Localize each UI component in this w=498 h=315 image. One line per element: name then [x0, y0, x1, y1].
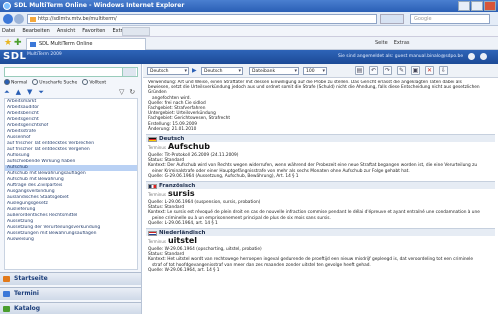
forward-arrow-icon[interactable]: ↷: [383, 66, 392, 75]
browser-toolbar-icons[interactable]: [122, 27, 150, 36]
entry-panel: Deutsch ▶ Deutsch Dateibank 100 ▤ ↶ ↷ ✎ …: [143, 64, 498, 314]
refresh-stop-buttons[interactable]: [380, 14, 404, 24]
user-info: Sie sind angemeldet als: guest manual.bi…: [338, 54, 464, 59]
maximize-button[interactable]: [471, 1, 483, 11]
term-field: Quelle: L-29.06.1964, art. 14 § 1: [148, 220, 218, 226]
term-de: Terminus Aufschub: [148, 142, 210, 152]
tab-katalog[interactable]: Katalog: [0, 302, 141, 314]
home-icon: [3, 276, 10, 282]
entry-content: Verwendung: Art und Weise, einen Straftä…: [146, 80, 495, 312]
command-extras[interactable]: Extras: [394, 39, 410, 48]
forward-button[interactable]: [14, 14, 24, 24]
terms-icon: [3, 291, 10, 297]
source-language-select[interactable]: Deutsch: [147, 67, 189, 75]
window-title: SDL MultiTerm Online - Windows Internet …: [14, 2, 185, 9]
catalog-icon: [3, 306, 10, 312]
database-select[interactable]: Dateibank: [249, 67, 299, 75]
multiterm-app: SDL MultiTerm 2009 Sie sind angemeldet a…: [0, 50, 498, 314]
export-icon[interactable]: ⇩: [439, 66, 448, 75]
save-icon[interactable]: ▣: [411, 66, 420, 75]
help-icon[interactable]: [468, 53, 475, 60]
term-search-input[interactable]: [4, 67, 138, 77]
language-header-de: Deutsch: [146, 134, 495, 143]
menu-ansicht[interactable]: Ansicht: [57, 26, 75, 37]
radio-fulltext[interactable]: Volltext: [82, 79, 106, 87]
search-button[interactable]: [122, 68, 136, 76]
menu-bar: Datei Bearbeiten Ansicht Favoriten Extra…: [0, 26, 498, 37]
delete-icon[interactable]: ✕: [425, 66, 434, 75]
url-input[interactable]: http://sdlmtv.mtv.be/multiterm/: [27, 14, 377, 24]
swap-languages-icon[interactable]: ▶: [192, 67, 197, 75]
term-field: Kontext: Het uitstel wordt van rechtsweg…: [148, 257, 474, 263]
sidebar: Normal Unscharfe Suche Volltext ⏶ ▲ ▼ ⏷ …: [0, 64, 142, 314]
term-fr: Terminus sursis: [148, 189, 195, 199]
first-page-icon[interactable]: ⏶: [4, 88, 10, 96]
term-list[interactable]: Arbeitsmarkt Arbeitsauditor Arbeitsbericht…: [4, 98, 138, 270]
term-field: Quelle: G-29.06.1964 (Aussetzung, Aufsch…: [148, 173, 299, 179]
logo-subtitle: MultiTerm 2009: [27, 52, 62, 57]
previous-icon[interactable]: ▲: [16, 88, 21, 96]
app-header: SDL MultiTerm 2009 Sie sind angemeldet a…: [0, 50, 498, 64]
search-mode-radios: Normal Unscharfe Suche Volltext: [4, 79, 106, 87]
add-favorite-icon[interactable]: ✚: [14, 39, 22, 48]
zoom-select[interactable]: 100: [303, 67, 327, 75]
term-field: Kontext: Le sursis est révoqué de plein …: [148, 210, 480, 216]
term-field: Kontext: Der Aufschub wird von Rechts we…: [148, 163, 478, 169]
last-page-icon[interactable]: ⏷: [38, 88, 44, 96]
close-button[interactable]: [484, 1, 496, 11]
language-header-nl: Niederländisch: [146, 228, 495, 237]
address-bar: http://sdlmtv.mtv.be/multiterm/ Google: [0, 12, 498, 26]
next-icon[interactable]: ▼: [27, 88, 32, 96]
menu-datei[interactable]: Datei: [2, 26, 15, 37]
list-navigation: ⏶ ▲ ▼ ⏷ ▽ ↻: [4, 88, 135, 96]
back-arrow-icon[interactable]: ↶: [369, 66, 378, 75]
filter-icon[interactable]: ▽: [119, 88, 124, 96]
command-seite[interactable]: Seite: [375, 39, 388, 48]
radio-normal[interactable]: Normal: [4, 79, 27, 87]
search-input[interactable]: Google: [410, 14, 490, 24]
tab-startseite[interactable]: Startseite: [0, 272, 141, 285]
ie-icon: [3, 2, 11, 10]
favorites-bar: ★ ✚ SDL MultiTerm Online Seite Extras: [0, 37, 498, 50]
print-icon[interactable]: ▤: [355, 66, 364, 75]
back-button[interactable]: [3, 14, 13, 24]
refresh-icon[interactable]: ↻: [129, 88, 135, 96]
term-nl: Terminus uitstel: [148, 236, 197, 246]
target-language-select[interactable]: Deutsch: [201, 67, 243, 75]
entry-toolbar: Deutsch ▶ Deutsch Dateibank 100 ▤ ↶ ↷ ✎ …: [143, 64, 498, 78]
entry-top-line: Änderung: 21.01.2010: [148, 126, 197, 132]
edit-icon[interactable]: ✎: [397, 66, 406, 75]
menu-favoriten[interactable]: Favoriten: [82, 26, 105, 37]
language-header-fr: Französisch: [146, 181, 495, 190]
entry-top-line: bewiesen, setzt die Urteilsverkündung je…: [148, 85, 480, 96]
tab-icon: [30, 42, 36, 47]
flag-de-icon: [148, 137, 157, 143]
term-list-item[interactable]: Ausweisung: [5, 237, 137, 243]
term-field: Quelle: W-29.06.1964, art. 14 § 1: [148, 267, 220, 273]
favorites-star-icon[interactable]: ★: [4, 39, 12, 48]
window-titlebar: SDL MultiTerm Online - Windows Internet …: [0, 0, 498, 12]
radio-fuzzy[interactable]: Unscharfe Suche: [32, 79, 77, 87]
browser-tab[interactable]: SDL MultiTerm Online: [26, 38, 146, 50]
tab-termini[interactable]: Termini: [0, 287, 141, 300]
page-icon: [30, 17, 36, 22]
menu-bearbeiten[interactable]: Bearbeiten: [22, 26, 49, 37]
logout-icon[interactable]: [480, 53, 487, 60]
flag-fr-icon: [148, 184, 157, 190]
sdl-logo: SDL: [3, 51, 27, 62]
flag-nl-icon: [148, 231, 157, 237]
minimize-button[interactable]: [458, 1, 470, 11]
